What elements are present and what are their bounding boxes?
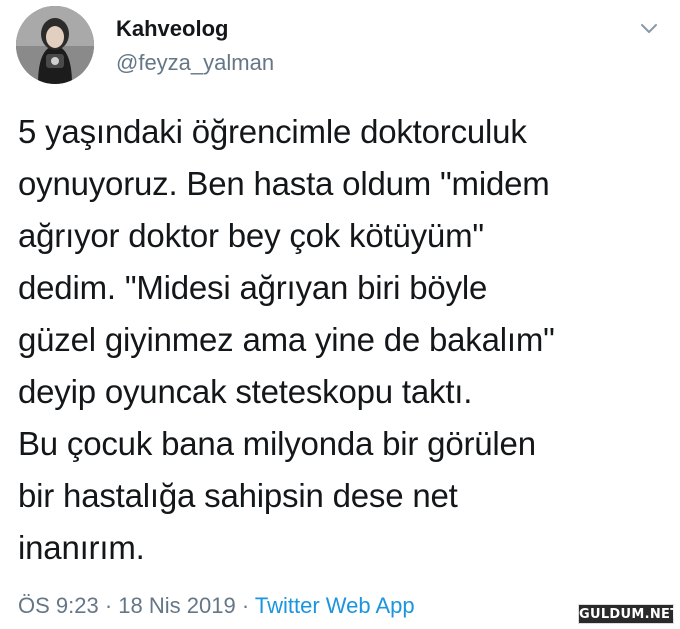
tweet-card: Kahveolog @feyza_yalman 5 yaşındaki öğre… [0,0,680,629]
display-name[interactable]: Kahveolog [116,16,228,42]
chevron-down-icon[interactable] [636,16,662,42]
user-handle[interactable]: @feyza_yalman [116,50,274,76]
avatar[interactable] [16,6,94,84]
watermark-logo: GULDUM.NET [578,604,679,624]
meta-separator: · [235,593,255,618]
tweet-header: Kahveolog @feyza_yalman [16,6,666,86]
tweet-meta: ÖS 9:23 · 18 Nis 2019 · Twitter Web App [18,593,415,619]
tweet-text: 5 yaşındaki öğrencimle doktorculuk oynuy… [18,113,555,566]
tweet-date[interactable]: 18 Nis 2019 [118,593,235,618]
meta-separator: · [98,593,119,618]
tweet-source-link[interactable]: Twitter Web App [255,593,415,618]
tweet-time[interactable]: ÖS 9:23 [18,593,99,618]
avatar-image [16,6,94,84]
